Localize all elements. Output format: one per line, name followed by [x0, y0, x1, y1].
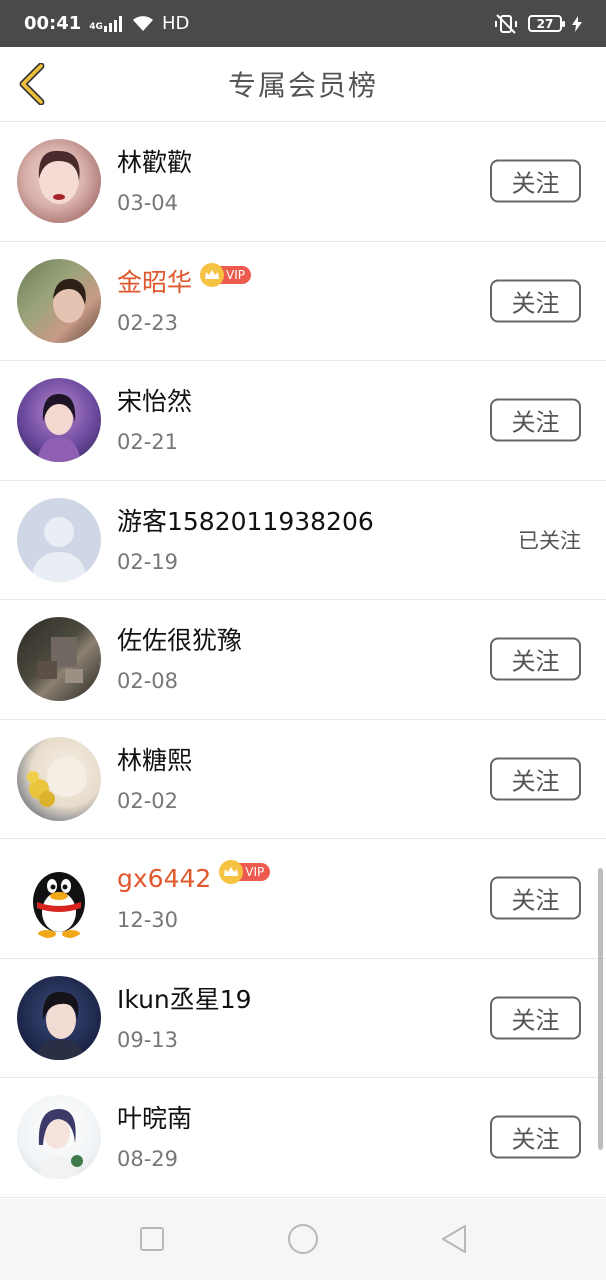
chevron-left-icon	[19, 63, 45, 105]
list-item[interactable]: 佐佐很犹豫 02-08 关注	[0, 600, 606, 720]
hd-label: HD	[161, 13, 190, 34]
list-item[interactable]: 宋怡然 02-21 关注	[0, 361, 606, 481]
vip-badge: VIP	[200, 262, 251, 287]
member-date: 12-30	[117, 908, 179, 933]
header: 专属会员榜	[0, 47, 606, 122]
member-name: 叶晥南	[117, 1104, 193, 1134]
follow-button[interactable]: 关注	[490, 757, 581, 801]
followed-status[interactable]: 已关注	[518, 525, 581, 555]
avatar[interactable]	[17, 856, 101, 941]
circle-icon[interactable]	[288, 1224, 318, 1254]
scrollbar[interactable]	[598, 868, 603, 1150]
avatar[interactable]	[17, 258, 101, 343]
member-name: 林糖熙	[117, 745, 193, 775]
signal-icon	[103, 15, 122, 32]
crown-icon	[200, 262, 225, 287]
avatar[interactable]	[17, 1095, 101, 1180]
status-time: 00:41	[24, 13, 82, 34]
follow-button[interactable]: 关注	[490, 398, 581, 442]
back-button[interactable]	[14, 63, 50, 105]
list-item[interactable]: 林糖熙 02-02 关注	[0, 720, 606, 839]
list-item[interactable]: gx6442 VIP 12-30 关注	[0, 839, 606, 959]
system-nav-bar	[0, 1199, 606, 1280]
vibrate-off-icon	[495, 13, 517, 34]
page-title: 专属会员榜	[227, 69, 378, 102]
square-icon[interactable]	[140, 1227, 164, 1251]
follow-button[interactable]: 关注	[490, 1115, 581, 1159]
battery-icon: 27	[528, 15, 565, 32]
member-name: Ikun丞星19	[117, 984, 252, 1014]
follow-button[interactable]: 关注	[490, 996, 581, 1040]
avatar[interactable]	[17, 975, 101, 1060]
list-item[interactable]: Ikun丞星19 09-13 关注	[0, 959, 606, 1078]
status-bar: 00:41 4G HD 27	[0, 0, 606, 47]
member-date: 02-19	[117, 549, 179, 574]
follow-button[interactable]: 关注	[490, 876, 581, 920]
member-date: 02-21	[117, 430, 179, 455]
member-list: 林歡歡 03-04 关注 金昭华 VIP 02-23 关注 宋怡然 02-21 …	[0, 122, 606, 1198]
avatar[interactable]	[17, 378, 101, 463]
follow-button[interactable]: 关注	[490, 279, 581, 323]
vip-badge: VIP	[219, 860, 271, 885]
charging-icon	[572, 15, 582, 32]
member-date: 08-29	[117, 1147, 179, 1172]
wifi-icon	[132, 15, 153, 31]
member-date: 03-04	[117, 191, 179, 216]
member-name: 金昭华	[117, 267, 193, 297]
network-type: 4G	[89, 21, 103, 32]
list-item[interactable]: 叶晥南 08-29 关注	[0, 1078, 606, 1198]
follow-button[interactable]: 关注	[490, 637, 581, 681]
follow-button[interactable]: 关注	[490, 159, 581, 203]
avatar[interactable]	[17, 617, 101, 702]
member-date: 02-23	[117, 310, 179, 335]
member-name: 林歡歡	[117, 148, 193, 178]
member-name: 游客1582011938206	[117, 506, 374, 536]
penguin-icon	[33, 872, 85, 939]
member-date: 02-02	[117, 788, 179, 813]
member-name: 宋怡然	[117, 387, 193, 417]
member-name: gx6442	[117, 863, 212, 893]
battery-level: 27	[536, 16, 554, 31]
list-item[interactable]: 金昭华 VIP 02-23 关注	[0, 242, 606, 361]
member-name: 佐佐很犹豫	[117, 626, 243, 656]
list-item[interactable]: 林歡歡 03-04 关注	[0, 122, 606, 242]
avatar[interactable]	[17, 736, 101, 821]
avatar[interactable]	[17, 497, 101, 582]
avatar[interactable]	[17, 139, 101, 224]
member-date: 02-08	[117, 669, 179, 694]
list-item[interactable]: 游客1582011938206 02-19 已关注	[0, 481, 606, 600]
member-date: 09-13	[117, 1027, 179, 1052]
triangle-back-icon[interactable]	[440, 1223, 468, 1255]
